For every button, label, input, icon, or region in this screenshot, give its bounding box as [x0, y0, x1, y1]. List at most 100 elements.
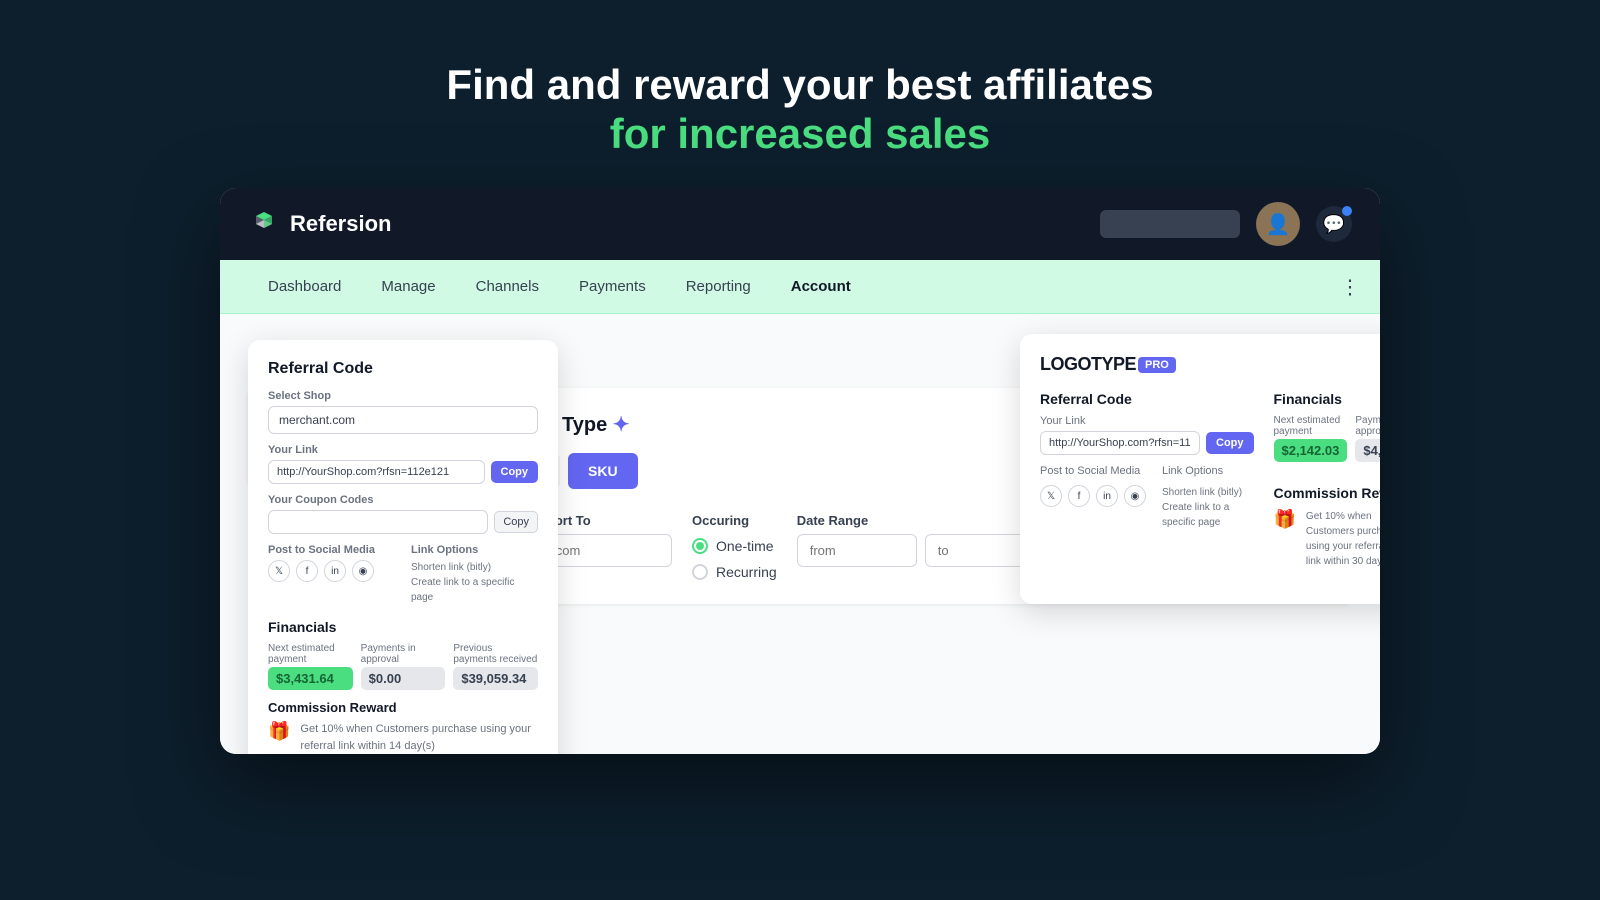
link-input[interactable] [268, 460, 485, 484]
tab-sku[interactable]: SKU [568, 453, 638, 489]
nav-dashboard[interactable]: Dashboard [248, 260, 361, 313]
date-range-label: Date Range [797, 513, 1045, 528]
commission-text: Get 10% when Customers purchase using yo… [300, 721, 538, 754]
lt-twitter-icon[interactable]: 𝕏 [1040, 485, 1062, 507]
lt-instagram-icon[interactable]: ◉ [1124, 485, 1146, 507]
pro-badge: PRO [1138, 357, 1176, 373]
coupon-row: Copy [268, 510, 538, 534]
radio-one-time-dot [692, 538, 708, 554]
lt-fin-next: Next estimated payment $2,142.03 [1274, 415, 1348, 473]
copy-coupon-button[interactable]: Copy [494, 511, 538, 533]
financials-title: Financials [268, 619, 538, 635]
logotype-card: LOGOTYPE PRO Referral Code Your Link Cop… [1020, 334, 1380, 604]
nav-reporting[interactable]: Reporting [666, 260, 771, 313]
lt-copy-button[interactable]: Copy [1206, 432, 1254, 454]
fin-approval-value: $0.00 [361, 667, 446, 690]
link-row: Copy [268, 460, 538, 484]
lt-linkedin-icon[interactable]: in [1096, 485, 1118, 507]
radio-recurring-dot [692, 564, 708, 580]
referral-card-title: Referral Code [268, 360, 538, 378]
chat-badge [1342, 206, 1352, 216]
commission-title: Commission Reward [268, 700, 538, 715]
copy-link-button[interactable]: Copy [491, 461, 539, 483]
social-col: Post to Social Media 𝕏 f in ◉ [268, 544, 395, 605]
fin-next-value: $3,431.64 [268, 667, 353, 690]
app-window: Refersion 👤 💬 Dashboard Manage Channels … [220, 188, 1380, 754]
radio-group: One-time Recurring [692, 538, 777, 580]
lt-fin-grid: Next estimated payment $2,142.03 Payment… [1274, 415, 1381, 473]
nav-account[interactable]: Account [771, 260, 871, 313]
nav-more-icon[interactable]: ⋮ [1340, 274, 1360, 299]
lt-link-options-text: Shorten link (bitly)Create link to a spe… [1162, 485, 1254, 530]
logotype-body: Referral Code Your Link Copy Post to Soc… [1040, 391, 1380, 584]
link-options-label: Link Options [411, 544, 538, 556]
financials-grid: Next estimated payment $3,431.64 Payment… [268, 643, 538, 690]
chat-icon[interactable]: 💬 [1316, 206, 1352, 242]
lt-link-options-label: Link Options [1162, 465, 1254, 477]
facebook-icon[interactable]: f [296, 560, 318, 582]
your-link-label: Your Link [268, 444, 538, 456]
lt-referral-title: Referral Code [1040, 391, 1254, 407]
fin-payments-approval: Payments in approval $0.00 [361, 643, 446, 690]
radio-recurring[interactable]: Recurring [692, 564, 777, 580]
occurring-label: Occuring [692, 513, 777, 528]
lt-financials-title: Financials [1274, 391, 1381, 407]
lt-post-social-label: Post to Social Media [1040, 465, 1146, 477]
date-range-group: Date Range [797, 513, 1045, 567]
lt-link-options-col: Link Options Shorten link (bitly)Create … [1162, 465, 1254, 530]
lt-social-col: Post to Social Media 𝕏 f in ◉ [1040, 465, 1146, 530]
logo: Refersion [248, 208, 391, 240]
link-options-text: Shorten link (bitly)Create link to a spe… [411, 560, 538, 605]
search-bar[interactable] [1100, 210, 1240, 238]
link-options-col: Link Options Shorten link (bitly)Create … [411, 544, 538, 605]
post-social-label: Post to Social Media [268, 544, 395, 556]
nav: Dashboard Manage Channels Payments Repor… [220, 260, 1380, 314]
lt-link-input[interactable] [1040, 431, 1200, 455]
logo-text: Refersion [290, 211, 391, 237]
logo-icon [248, 208, 280, 240]
select-shop[interactable]: merchant.com [268, 406, 538, 434]
avatar[interactable]: 👤 [1256, 202, 1300, 246]
nav-channels[interactable]: Channels [456, 260, 559, 313]
nav-manage[interactable]: Manage [361, 260, 455, 313]
top-bar: Refersion 👤 💬 [220, 188, 1380, 260]
fin-previous-value: $39,059.34 [453, 667, 538, 690]
instagram-icon[interactable]: ◉ [352, 560, 374, 582]
top-bar-right: 👤 💬 [1100, 202, 1352, 246]
referral-card: Referral Code Select Shop merchant.com Y… [248, 340, 558, 754]
logotype-header: LOGOTYPE PRO [1040, 354, 1380, 375]
lt-social-icons: 𝕏 f in ◉ [1040, 485, 1146, 507]
select-shop-label: Select Shop [268, 390, 538, 402]
occurring-group: Occuring One-time Recurring [692, 513, 777, 580]
required-star: ✦ [613, 414, 630, 436]
fin-previous-payments: Previous payments received $39,059.34 [453, 643, 538, 690]
lt-commission-row: 🎁 Get 10% when Customers purchase using … [1274, 509, 1381, 584]
content-area: Reporting New Report Report Status Repor… [220, 314, 1380, 754]
nav-payments[interactable]: Payments [559, 260, 666, 313]
financials-section: Financials Next estimated payment $3,431… [268, 619, 538, 754]
social-section: Post to Social Media 𝕏 f in ◉ Link Optio… [268, 544, 538, 605]
lt-fin-approval-value: $4,886.91 [1355, 439, 1380, 462]
lt-commission-title: Commission Reward [1274, 485, 1381, 501]
linkedin-icon[interactable]: in [324, 560, 346, 582]
commission-row: 🎁 Get 10% when Customers purchase using … [268, 721, 538, 754]
coupon-codes-label: Your Coupon Codes [268, 494, 538, 506]
lt-commission-text1: Get 10% when Customers purchase using yo… [1306, 509, 1380, 569]
fin-next-estimated: Next estimated payment $3,431.64 [268, 643, 353, 690]
hero-subtitle: for increased sales [446, 110, 1153, 158]
lt-facebook-icon[interactable]: f [1068, 485, 1090, 507]
lt-fin-next-value: $2,142.03 [1274, 439, 1348, 462]
lt-fin-approval: Payments in approval $4,886.91 [1355, 415, 1380, 473]
logotype-financials-col: Financials Next estimated payment $2,142… [1274, 391, 1381, 584]
hero-title: Find and reward your best affiliates [446, 60, 1153, 110]
lt-social-row: Post to Social Media 𝕏 f in ◉ Link Optio… [1040, 465, 1254, 530]
social-icons: 𝕏 f in ◉ [268, 560, 395, 582]
lt-link-row: Copy [1040, 431, 1254, 455]
date-from-input[interactable] [797, 534, 917, 567]
lt-your-link-label: Your Link [1040, 415, 1254, 427]
twitter-icon[interactable]: 𝕏 [268, 560, 290, 582]
logotype-referral-col: Referral Code Your Link Copy Post to Soc… [1040, 391, 1254, 584]
coupon-input[interactable] [268, 510, 488, 534]
commission-icon: 🎁 [268, 721, 290, 742]
radio-one-time[interactable]: One-time [692, 538, 777, 554]
